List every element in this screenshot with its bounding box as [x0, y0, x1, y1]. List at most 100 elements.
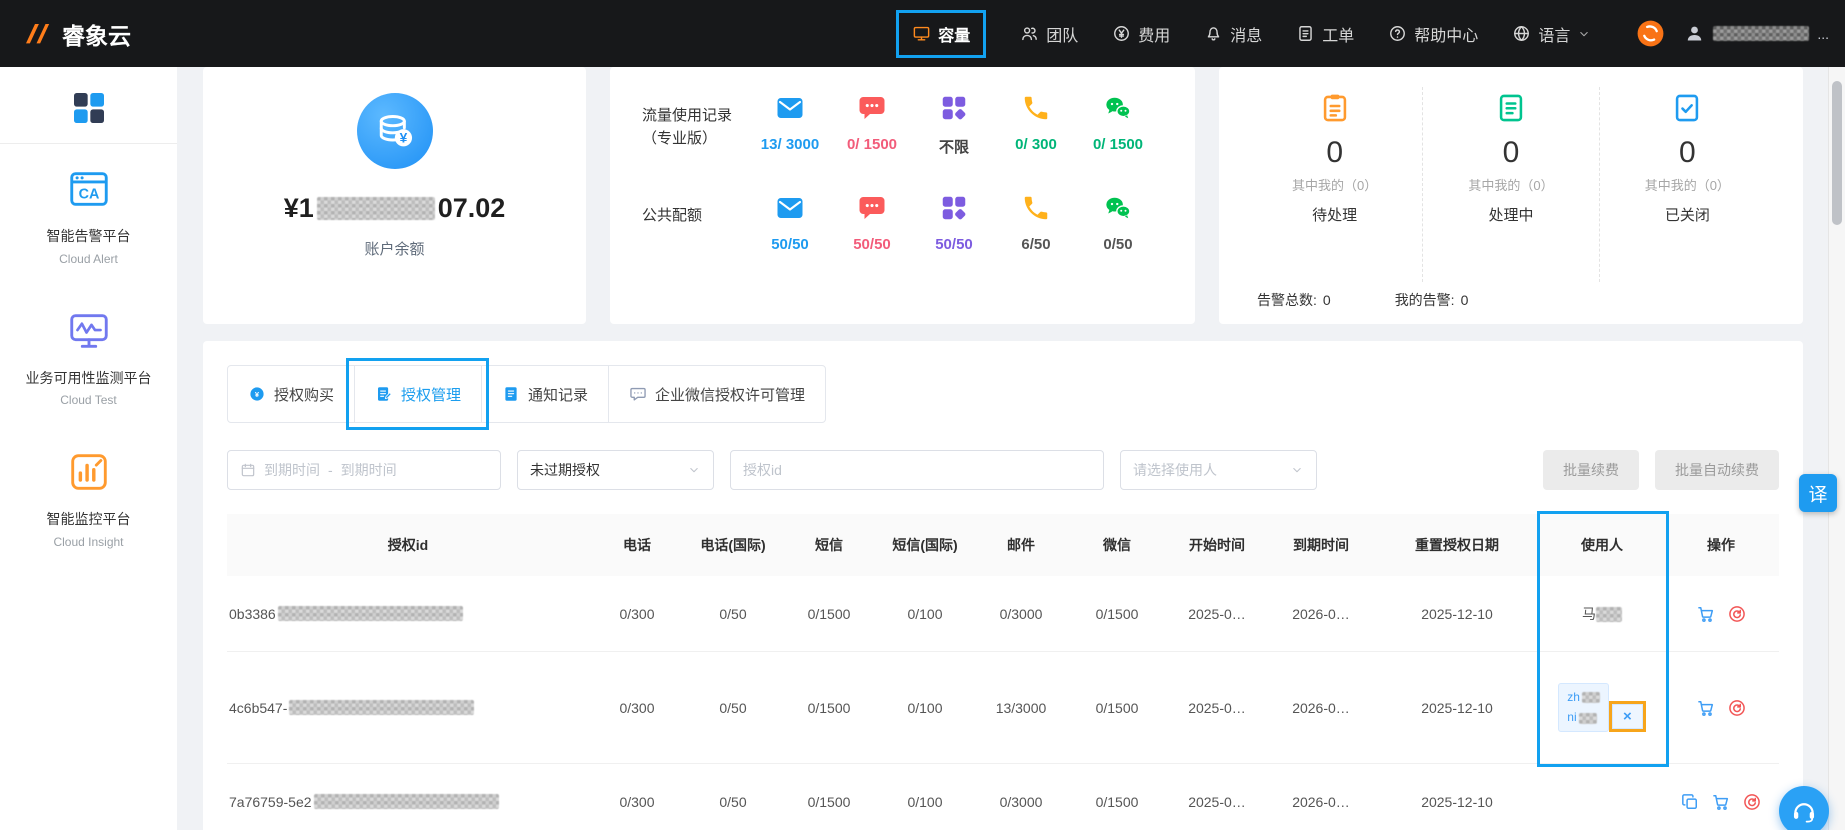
- remove-user-button[interactable]: ×: [1612, 704, 1643, 729]
- auto-renew-icon[interactable]: [1727, 604, 1747, 624]
- usage-row: 流量使用记录（专业版）13/ 30000/ 1500不限0/ 3000/ 150…: [642, 93, 1163, 157]
- wechat-icon: [1103, 193, 1133, 223]
- alert-mine: 其中我的（0）: [1423, 175, 1598, 194]
- auth-status-select[interactable]: 未过期授权: [517, 450, 714, 490]
- app-icon: [939, 193, 969, 223]
- alert-stat-processing: 0 其中我的（0） 处理中: [1422, 87, 1598, 282]
- alert-stats: 0其中我的（0）待处理0其中我的（0）处理中0其中我的（0）已关闭: [1247, 87, 1775, 282]
- cell-sms: 0/1500: [781, 700, 877, 716]
- nav-item-language[interactable]: 语言: [1512, 22, 1591, 46]
- translate-button[interactable]: 译: [1799, 474, 1837, 512]
- redacted-auth-id: [314, 794, 499, 809]
- balance-amount-prefix: ¥1: [284, 193, 314, 224]
- table-row: 7a76759-5e20/3000/500/15000/1000/30000/1…: [227, 764, 1779, 830]
- phone-icon: [1021, 193, 1051, 223]
- cart-icon[interactable]: [1696, 698, 1716, 718]
- phone-icon: [1021, 93, 1051, 123]
- assigned-user-tag[interactable]: zhni: [1558, 683, 1609, 732]
- usage-value: 0/ 1500: [1077, 136, 1159, 153]
- brand-orb-icon[interactable]: [1635, 18, 1666, 49]
- balance-coin-icon: ¥: [357, 93, 433, 169]
- cell-sms: 0/1500: [781, 606, 877, 622]
- tab-auth-manage[interactable]: 授权管理: [354, 366, 481, 422]
- top-nav: 容量 团队 费用 消息 工单 帮助中心 语言: [896, 10, 1591, 58]
- cell-start-time: 2025-0…: [1165, 794, 1269, 810]
- cell-ops: [1663, 698, 1779, 718]
- balance-label: 账户余额: [364, 238, 424, 259]
- balance-card: ¥ ¥1 07.02 账户余额: [203, 67, 586, 324]
- col-start-time: 开始时间: [1165, 535, 1269, 555]
- auto-renew-icon[interactable]: [1742, 792, 1762, 812]
- nav-item-team[interactable]: 团队: [1020, 22, 1078, 46]
- batch-auto-renew-button[interactable]: 批量自动续费: [1655, 450, 1779, 490]
- sidebar-item-title: 业务可用性监测平台: [8, 369, 169, 389]
- copy-icon[interactable]: [1680, 792, 1700, 812]
- auth-table: 授权id电话电话(国际)短信短信(国际)邮件微信开始时间到期时间重置授权日期使用…: [227, 514, 1779, 830]
- redacted-auth-id: [278, 606, 463, 621]
- cell-phone: 0/300: [589, 606, 685, 622]
- tab-wecom-auth[interactable]: 企业微信授权许可管理: [608, 366, 825, 422]
- chevron-down-icon: [1290, 463, 1304, 477]
- nav-item-fee[interactable]: 费用: [1112, 22, 1170, 46]
- usage-value: 0/ 1500: [831, 136, 913, 153]
- nav-item-ticket[interactable]: 工单: [1296, 22, 1354, 46]
- usage-sms-quota: 50/50: [831, 193, 913, 253]
- closed-icon: [1670, 91, 1704, 125]
- cart-icon[interactable]: [1696, 604, 1716, 624]
- sidebar-item-subtitle: Cloud Alert: [8, 252, 169, 266]
- nav-item-capacity[interactable]: 容量: [896, 10, 986, 58]
- alert-status: 处理中: [1423, 204, 1598, 225]
- chevron-down-icon: [1577, 27, 1591, 41]
- alert-mine: 其中我的（0）: [1600, 175, 1775, 194]
- cell-auth-id: 4c6b547-: [227, 700, 589, 716]
- auth-buy-icon: ¥: [248, 385, 266, 403]
- nav-item-message[interactable]: 消息: [1204, 22, 1262, 46]
- scrollbar-thumb[interactable]: [1832, 81, 1842, 225]
- usage-wechat-quota: 0/50: [1077, 193, 1159, 253]
- cell-mail: 0/3000: [973, 606, 1069, 622]
- cart-icon[interactable]: [1711, 792, 1731, 812]
- nav-item-label: 容量: [938, 22, 970, 46]
- col-auth-id: 授权id: [227, 535, 589, 555]
- tab-auth-buy[interactable]: ¥授权购买: [228, 366, 354, 422]
- user-menu[interactable]: ...: [1684, 23, 1829, 44]
- cell-reset-date: 2025-12-10: [1373, 606, 1541, 622]
- col-user: 使用人: [1541, 535, 1663, 555]
- user-filter-select[interactable]: 请选择使用人: [1120, 450, 1317, 490]
- tab-notice-record[interactable]: 通知记录: [481, 366, 608, 422]
- sidebar-item-cloud-insight[interactable]: 智能监控平台Cloud Insight: [0, 427, 177, 569]
- usage-value: 6/50: [995, 236, 1077, 253]
- auto-renew-icon[interactable]: [1727, 698, 1747, 718]
- page-scrollbar[interactable]: [1828, 67, 1845, 830]
- annotation-box-orange: ×: [1609, 701, 1646, 732]
- redacted-user-name: [1713, 26, 1809, 41]
- nav-item-help-center[interactable]: 帮助中心: [1388, 22, 1478, 46]
- sidebar-item-cloud-alert[interactable]: CA智能告警平台Cloud Alert: [0, 144, 177, 286]
- cell-phone: 0/300: [589, 794, 685, 810]
- sidebar-item-subtitle: Cloud Test: [8, 393, 169, 407]
- ticket-icon: [1296, 24, 1315, 43]
- cell-wechat: 0/1500: [1069, 794, 1165, 810]
- usage-value: 0/50: [1077, 236, 1159, 253]
- expiry-date-range-picker[interactable]: 到期时间 - 到期时间: [227, 450, 501, 490]
- auth-id-input[interactable]: 授权id: [730, 450, 1104, 490]
- cloud-insight-icon: [8, 449, 169, 500]
- mail-icon: [775, 193, 805, 223]
- auth-manage-icon: [375, 385, 393, 403]
- summary-cards-row: ¥ ¥1 07.02 账户余额 流量使用记录（专业版）13/ 30000/ 15…: [203, 67, 1803, 324]
- usage-quota-card: 流量使用记录（专业版）13/ 30000/ 1500不限0/ 3000/ 150…: [610, 67, 1195, 324]
- batch-renew-button[interactable]: 批量续费: [1543, 450, 1639, 490]
- alert-status: 已关闭: [1600, 204, 1775, 225]
- alert-count: 0: [1423, 136, 1598, 170]
- alert-count: 0: [1247, 136, 1422, 170]
- table-row: 4c6b547-0/3000/500/15000/10013/30000/150…: [227, 652, 1779, 764]
- support-chat-button[interactable]: [1779, 786, 1829, 830]
- date-start-placeholder: 到期时间: [264, 460, 320, 480]
- col-reset-date: 重置授权日期: [1373, 535, 1541, 555]
- cell-sms-intl: 0/100: [877, 606, 973, 622]
- app-logo[interactable]: 睿象云: [0, 17, 212, 51]
- sidebar-item-cloud-test[interactable]: 业务可用性监测平台 Cloud Test: [0, 286, 177, 428]
- usage-phone-quota: 6/50: [995, 193, 1077, 253]
- usage-value: 不限: [913, 136, 995, 157]
- apps-grid-icon[interactable]: [68, 87, 110, 129]
